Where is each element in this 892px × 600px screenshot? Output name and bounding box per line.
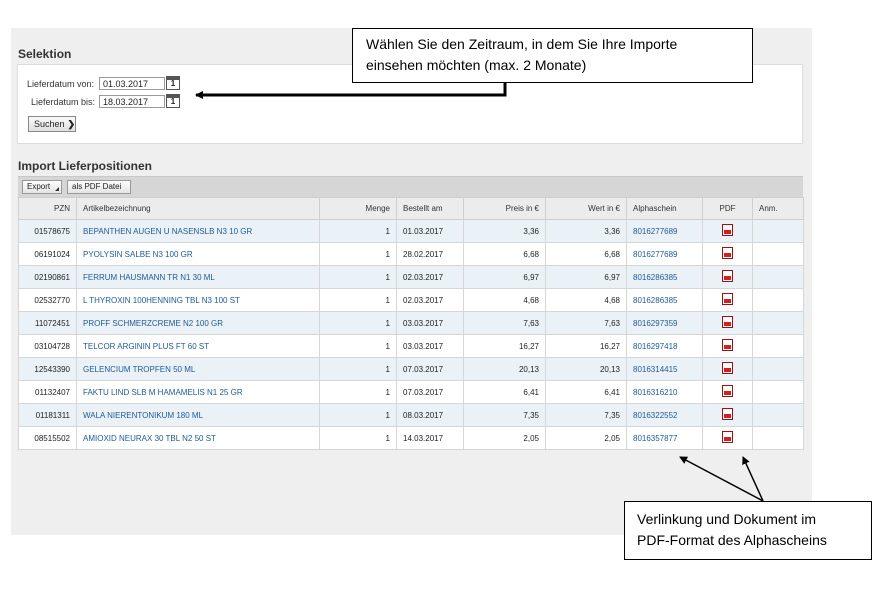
arrow-to-date-fields xyxy=(195,83,507,99)
arrow-to-alphaschein xyxy=(679,456,764,502)
annotation-arrows xyxy=(195,83,764,502)
arrow-to-pdf xyxy=(742,456,764,502)
